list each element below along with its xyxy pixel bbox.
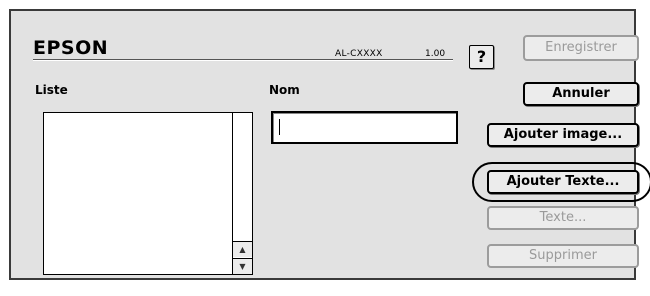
- printer-model: AL-CXXXX: [335, 49, 383, 59]
- scroll-down-icon[interactable]: ▼: [233, 258, 252, 274]
- scroll-up-icon[interactable]: ▲: [233, 241, 252, 257]
- add-text-button[interactable]: Ajouter Texte...: [487, 170, 639, 194]
- header-divider: [33, 59, 453, 61]
- brand-logo: EPSON: [33, 37, 109, 59]
- watermark-dialog: EPSON AL-CXXXX 1.00 ? Enregistrer Liste …: [9, 9, 650, 280]
- help-button[interactable]: ?: [469, 45, 494, 69]
- list-label: Liste: [35, 83, 68, 97]
- cancel-button[interactable]: Annuler: [523, 82, 639, 106]
- add-image-button[interactable]: Ajouter image...: [487, 123, 639, 147]
- list-scrollbar[interactable]: ▲ ▼: [232, 113, 252, 274]
- save-button[interactable]: Enregistrer: [523, 35, 639, 61]
- name-input[interactable]: [271, 111, 458, 144]
- delete-button[interactable]: Supprimer: [487, 244, 639, 268]
- text-button[interactable]: Texte...: [487, 206, 639, 230]
- text-caret: [279, 119, 280, 135]
- name-label: Nom: [269, 83, 300, 97]
- driver-version: 1.00: [425, 49, 446, 59]
- watermark-list[interactable]: ▲ ▼: [43, 112, 253, 275]
